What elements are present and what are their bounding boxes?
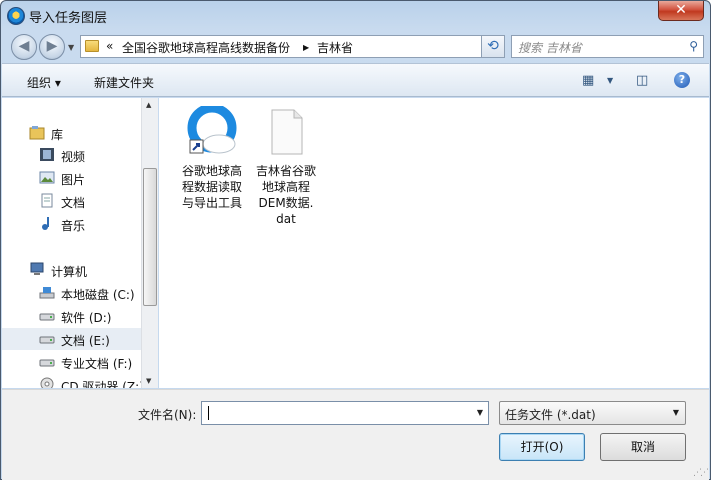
app-shortcut-icon: [187, 103, 237, 154]
sidebar-item-label: 图片: [61, 173, 86, 187]
sidebar-item-label: 文档 (E:): [61, 334, 110, 348]
cd-drive-icon: [40, 377, 54, 388]
sidebar-item-cd-drive[interactable]: CD 驱动器 (Z:): [2, 374, 141, 388]
breadcrumb-item[interactable]: 吉林省: [317, 39, 353, 56]
sidebar-item-documents[interactable]: 文档: [2, 190, 141, 212]
view-options-icon[interactable]: ▦: [582, 73, 594, 88]
search-input[interactable]: 搜索 吉林省: [518, 39, 582, 56]
sidebar-item-drive-e[interactable]: 文档 (E:): [2, 328, 141, 350]
refresh-button[interactable]: ⟲: [481, 35, 505, 58]
sidebar-item-label: 音乐: [61, 219, 86, 233]
sidebar-scrollbar[interactable]: ▲ ▼: [141, 98, 158, 388]
breadcrumb-separator[interactable]: ▶: [303, 43, 309, 52]
scroll-up-icon[interactable]: ▲: [146, 101, 151, 109]
filename-dropdown-icon[interactable]: ▼: [477, 408, 483, 417]
scrollbar-thumb[interactable]: [143, 168, 157, 306]
drive-icon: [39, 313, 55, 321]
folder-icon: [85, 40, 99, 52]
computer-icon: [30, 262, 44, 275]
filetype-select[interactable]: 任务文件 (*.dat) ▼: [499, 401, 686, 425]
sidebar-item-pictures[interactable]: 图片: [2, 167, 141, 189]
breadcrumb-item[interactable]: 全国谷歌地球高程高线数据备份: [122, 39, 290, 56]
sidebar-item-drive-f[interactable]: 专业文档 (F:): [2, 351, 141, 373]
document-icon: [41, 193, 53, 208]
recent-locations-dropdown[interactable]: ▼: [68, 43, 74, 52]
file-item[interactable]: 谷歌地球高 程数据读取 与导出工具: [173, 103, 251, 211]
file-name: 谷歌地球高 程数据读取 与导出工具: [181, 164, 242, 210]
filetype-dropdown-icon[interactable]: ▼: [673, 408, 679, 417]
sidebar-item-library[interactable]: 库: [2, 122, 141, 144]
file-name: 吉林省谷歌 地球高程 DEM数据. dat: [255, 164, 316, 226]
back-button[interactable]: ◀: [11, 34, 37, 60]
sidebar-item-label: 计算机: [51, 265, 88, 279]
toolbar: 组织 ▾ 新建文件夹 ▦ ▼ ◫ ?: [2, 63, 709, 97]
dialog-footer: 文件名(N): ▼ 任务文件 (*.dat) ▼ 打开(O) 取消 ⋰⋰: [2, 389, 709, 480]
window-title: 导入任务图层: [29, 11, 108, 26]
preview-pane-icon[interactable]: ◫: [636, 73, 648, 88]
filename-input[interactable]: ▼: [201, 401, 489, 425]
drive-icon: [39, 336, 55, 344]
file-list: 谷歌地球高 程数据读取 与导出工具 吉林省谷歌 地球高程 DEM数据. dat: [159, 98, 709, 388]
video-icon: [40, 148, 54, 161]
dat-file-icon: [271, 109, 303, 155]
text-caret: [208, 406, 209, 420]
file-item[interactable]: 吉林省谷歌 地球高程 DEM数据. dat: [247, 106, 325, 227]
sidebar-item-computer[interactable]: 计算机: [2, 259, 141, 281]
sidebar-item-drive-c[interactable]: 本地磁盘 (C:): [2, 282, 141, 304]
sidebar-item-label: 视频: [61, 150, 86, 164]
sidebar-item-label: 库: [51, 128, 64, 142]
view-dropdown-icon[interactable]: ▼: [607, 76, 613, 85]
sidebar-item-label: 专业文档 (F:): [61, 357, 133, 371]
search-box[interactable]: 搜索 吉林省 ⚲: [511, 35, 704, 58]
sidebar-item-label: 文档: [61, 196, 86, 210]
music-icon: [42, 217, 49, 230]
navigation-pane: 库 视频 图片 文档 音乐 计算机 本地磁盘 (C:) 软件 (D:) 文档 (…: [2, 98, 158, 388]
sidebar-item-video[interactable]: 视频: [2, 144, 141, 166]
sidebar-item-drive-d[interactable]: 软件 (D:): [2, 305, 141, 327]
filetype-selected: 任务文件 (*.dat): [505, 408, 596, 422]
library-icon: [29, 126, 45, 140]
title-bar: 导入任务图层 ✕: [1, 1, 710, 31]
app-icon: [7, 7, 25, 25]
filename-label: 文件名(N):: [138, 408, 197, 422]
organize-menu[interactable]: 组织 ▾: [27, 74, 61, 91]
drive-icon: [39, 359, 55, 367]
address-bar[interactable]: « 全国谷歌地球高程高线数据备份 ▶ 吉林省 ▼: [80, 35, 504, 58]
search-icon[interactable]: ⚲: [689, 39, 698, 53]
new-folder-button[interactable]: 新建文件夹: [94, 74, 154, 91]
forward-button[interactable]: ▶: [39, 34, 65, 60]
sidebar-item-music[interactable]: 音乐: [2, 213, 141, 235]
sidebar-item-label: CD 驱动器 (Z:): [61, 380, 141, 388]
close-button[interactable]: ✕: [658, 1, 704, 21]
open-file-dialog: 导入任务图层 ✕ ◀ ▶ ▼ « 全国谷歌地球高程高线数据备份 ▶ 吉林省 ▼ …: [0, 0, 711, 480]
sidebar-item-label: 软件 (D:): [61, 311, 112, 325]
system-drive-icon: [39, 287, 55, 299]
open-button[interactable]: 打开(O): [499, 433, 585, 461]
sidebar-item-label: 本地磁盘 (C:): [61, 288, 135, 302]
scroll-down-icon[interactable]: ▼: [146, 377, 151, 385]
cancel-button[interactable]: 取消: [600, 433, 686, 461]
picture-icon: [39, 171, 55, 184]
resize-grip-icon[interactable]: ⋰⋰: [693, 468, 709, 478]
help-icon[interactable]: ?: [674, 72, 690, 88]
address-row: ◀ ▶ ▼ « 全国谷歌地球高程高线数据备份 ▶ 吉林省 ▼ 搜索 吉林省 ⚲ …: [9, 34, 704, 60]
breadcrumb-overflow[interactable]: «: [106, 39, 113, 53]
